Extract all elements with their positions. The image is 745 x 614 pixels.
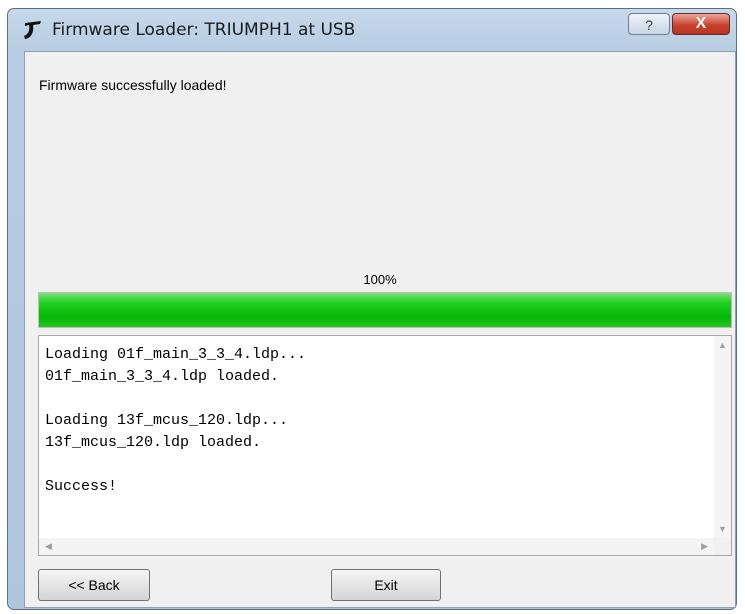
scroll-up-arrow-icon[interactable]: ▲ (718, 340, 727, 350)
vertical-scrollbar[interactable]: ▲ ▼ (714, 336, 731, 538)
scroll-right-arrow-icon[interactable]: ▶ (701, 541, 708, 552)
scroll-down-arrow-icon[interactable]: ▼ (718, 524, 727, 534)
dialog-client-area: Firmware successfully loaded! 100% Loadi… (24, 51, 736, 608)
log-textbox[interactable]: Loading 01f_main_3_3_4.ldp... 01f_main_3… (38, 335, 732, 556)
window-title: Firmware Loader: TRIUMPH1 at USB (52, 20, 356, 40)
app-logo-icon (24, 21, 41, 39)
help-button[interactable]: ? (628, 13, 670, 35)
close-button[interactable]: X (672, 13, 730, 35)
status-message: Firmware successfully loaded! (39, 77, 227, 93)
progress-percent-label: 100% (363, 272, 397, 287)
scroll-left-arrow-icon[interactable]: ◀ (45, 541, 52, 552)
log-text: Loading 01f_main_3_3_4.ldp... 01f_main_3… (45, 346, 307, 495)
firmware-loader-window: Firmware Loader: TRIUMPH1 at USB ? X Fir… (7, 8, 737, 610)
progress-fill (39, 293, 731, 327)
scrollbar-corner (714, 538, 731, 555)
horizontal-scrollbar[interactable]: ◀ ▶ (39, 538, 714, 555)
back-button[interactable]: << Back (38, 569, 150, 601)
title-bar[interactable]: Firmware Loader: TRIUMPH1 at USB ? X (8, 9, 736, 49)
progress-bar (38, 292, 732, 328)
exit-button[interactable]: Exit (331, 569, 441, 601)
